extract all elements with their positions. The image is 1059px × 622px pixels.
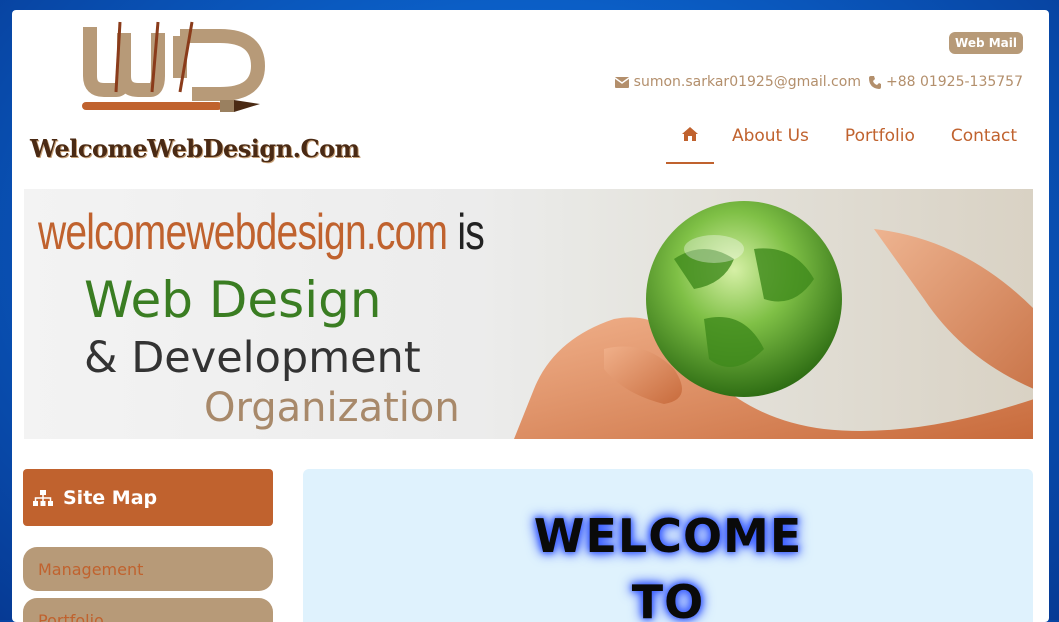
site-logo[interactable]: WelcomeWebDesign.Com xyxy=(20,16,360,176)
logo-mark xyxy=(82,21,266,112)
banner-domain: welcomewebdesign.com xyxy=(38,204,448,260)
logo-text: WelcomeWebDesign.Com xyxy=(30,134,360,163)
banner-line-1: welcomewebdesign.com is xyxy=(38,203,485,261)
globe-in-hands-image xyxy=(494,189,1033,439)
envelope-icon xyxy=(614,76,629,88)
sitemap-icon xyxy=(33,489,53,506)
page: WelcomeWebDesign.Com Web Mail sumon.sark… xyxy=(12,10,1049,622)
site-map-header: Site Map xyxy=(23,469,273,526)
welcome-heading-line-2: TO xyxy=(631,575,705,622)
welcome-heading-line-1: WELCOME xyxy=(533,509,803,563)
banner-line-2: Web Design xyxy=(84,271,382,329)
home-icon xyxy=(681,127,698,141)
site-map-title: Site Map xyxy=(63,486,158,509)
main-nav: About Us Portfolio Contact xyxy=(665,120,1035,164)
email-contact[interactable]: sumon.sarkar01925@gmail.com xyxy=(614,74,861,90)
banner-line-3: & Development xyxy=(84,333,421,383)
nav-portfolio[interactable]: Portfolio xyxy=(827,120,933,164)
phone-icon xyxy=(868,75,881,89)
nav-about-us[interactable]: About Us xyxy=(714,120,827,164)
welcome-panel: WELCOME TO xyxy=(303,469,1033,622)
banner-is: is xyxy=(457,204,484,260)
sidebar-item-management[interactable]: Management xyxy=(23,547,273,591)
banner-line-4: Organization xyxy=(204,385,460,431)
nav-contact[interactable]: Contact xyxy=(933,120,1035,164)
contact-info: sumon.sarkar01925@gmail.com +88 01925-13… xyxy=(614,74,1023,90)
nav-home[interactable] xyxy=(665,120,714,164)
phone-contact[interactable]: +88 01925-135757 xyxy=(868,74,1023,90)
email-text: sumon.sarkar01925@gmail.com xyxy=(633,74,861,90)
sidebar-item-portfolio[interactable]: Portfolio xyxy=(23,598,273,622)
phone-text: +88 01925-135757 xyxy=(885,74,1023,90)
hero-banner: welcomewebdesign.com is Web Design & Dev… xyxy=(24,189,1033,439)
webmail-button[interactable]: Web Mail xyxy=(949,32,1023,54)
